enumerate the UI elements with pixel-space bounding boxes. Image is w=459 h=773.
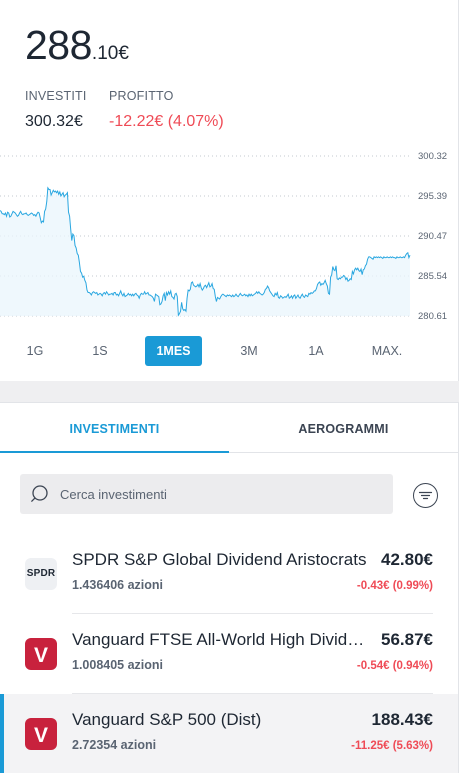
range-max-button[interactable]: MAX.: [364, 336, 410, 366]
holding-name: Vanguard S&P 500 (Dist): [72, 710, 262, 729]
chart-y-tick-label: 300.32: [418, 151, 447, 162]
search-input[interactable]: [60, 474, 380, 514]
holding-value: 188.43€: [371, 710, 433, 729]
svg-text:V: V: [34, 644, 48, 667]
holding-name: Vanguard FTSE All-World High Dividend Yi…: [72, 630, 368, 649]
holding-name: SPDR S&P Global Dividend Aristocrats: [72, 550, 367, 569]
tab-investments[interactable]: INVESTIMENTI: [0, 403, 229, 453]
filter-icon: [418, 491, 433, 500]
holding-row-vanguard-ftse[interactable]: V Vanguard FTSE All-World High Dividend …: [0, 614, 458, 694]
holding-change: -0.43€ (0.99%): [356, 580, 433, 592]
vanguard-logo: V: [25, 638, 57, 670]
filter-button[interactable]: [413, 483, 438, 508]
vanguard-v-icon: V: [34, 644, 48, 667]
range-1mes-button[interactable]: 1MES: [145, 336, 202, 366]
search-box: [20, 474, 393, 514]
spdr-logo: SPDR: [25, 558, 57, 590]
chart-y-axis: 300.32 295.39 290.47 285.54 280.61: [418, 151, 447, 322]
holding-value: 42.80€: [381, 550, 433, 569]
holding-row-spdr[interactable]: SPDR SPDR S&P Global Dividend Aristocrat…: [0, 534, 458, 614]
chart-y-tick-label: 295.39: [418, 191, 447, 202]
range-3m-button[interactable]: 3M: [229, 336, 269, 366]
portfolio-summary-card: 288.10€ INVESTITI 300.32€ PROFITTO -12.2…: [0, 0, 459, 381]
invested-label: INVESTITI: [25, 89, 87, 103]
profit-label: PROFITTO: [109, 89, 174, 103]
holding-change: -11.25€ (5.63%): [351, 740, 433, 752]
time-range-selector: 1G 1S 1MES 3M 1A MAX.: [0, 335, 459, 367]
chart-y-tick-label: 285.54: [418, 271, 447, 282]
investments-panel: INVESTIMENTI AEROGRAMMI SPDR SPDR S&P Gl…: [0, 402, 459, 773]
range-1s-button[interactable]: 1S: [81, 336, 119, 366]
range-1g-button[interactable]: 1G: [16, 336, 54, 366]
balance-decimal: .10€: [91, 43, 129, 64]
portfolio-balance: 288.10€: [25, 22, 129, 69]
holding-change: -0.54€ (0.94%): [356, 660, 433, 672]
invested-value: 300.32€: [25, 113, 83, 130]
balance-integer: 288: [25, 22, 92, 68]
holding-row-vanguard-sp500[interactable]: V Vanguard S&P 500 (Dist) 2.72354 azioni…: [0, 694, 458, 773]
vanguard-v-icon: V: [34, 724, 48, 747]
vanguard-logo: V: [25, 718, 57, 750]
chart-y-tick-label: 290.47: [418, 231, 447, 242]
profit-value: -12.22€ (4.07%): [109, 113, 224, 130]
chart-y-tick-label: 280.61: [418, 311, 447, 322]
price-chart[interactable]: 300.32 295.39 290.47 285.54 280.61: [0, 150, 459, 330]
holding-shares: 1.008405 azioni: [72, 658, 164, 672]
range-1a-button[interactable]: 1A: [297, 336, 335, 366]
holding-shares: 2.72354 azioni: [72, 738, 157, 752]
tab-aerograms[interactable]: AEROGRAMMI: [229, 403, 458, 453]
holding-value: 56.87€: [381, 630, 433, 649]
holding-shares: 1.436406 azioni: [72, 578, 164, 592]
search-icon: [31, 485, 48, 502]
chart-area-fill: [0, 187, 410, 316]
svg-text:V: V: [34, 724, 48, 747]
selected-indicator: [0, 694, 4, 773]
